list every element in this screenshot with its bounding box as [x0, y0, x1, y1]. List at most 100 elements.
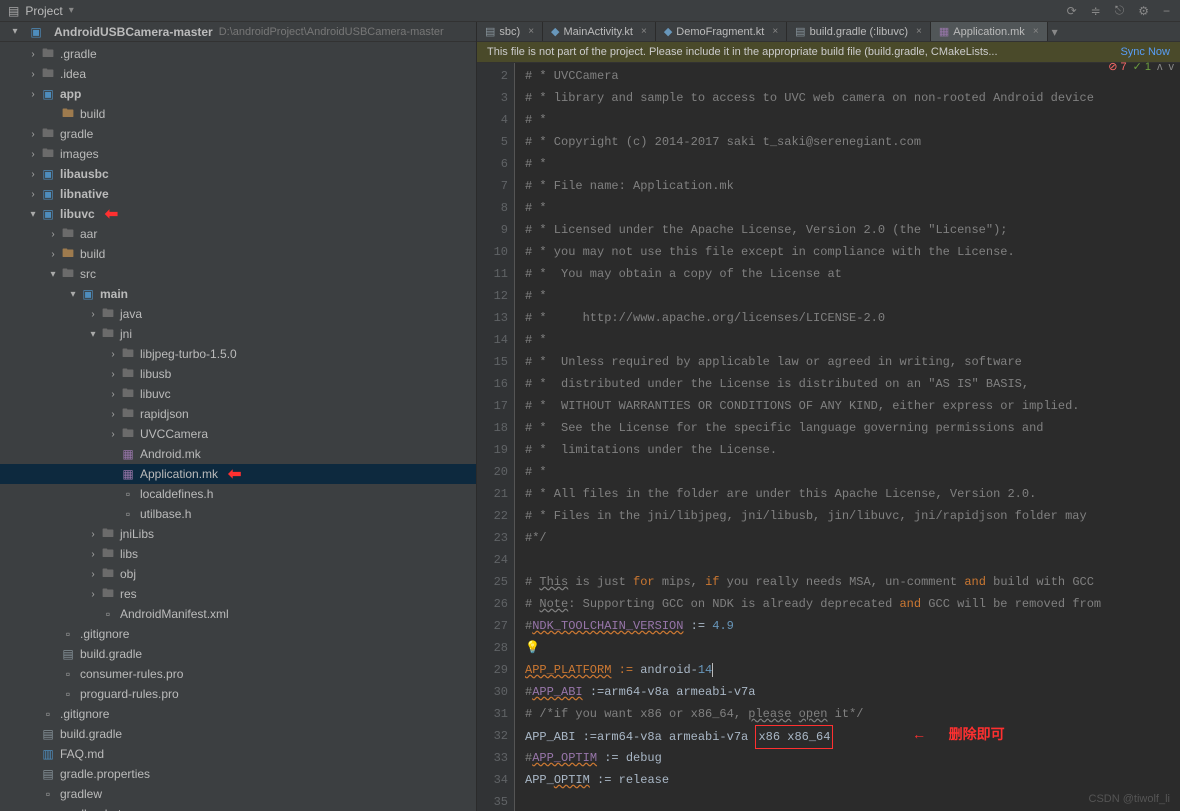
tree-item[interactable]: ›🖿UVCCamera	[0, 424, 476, 444]
code-line[interactable]: # * you may not use this file except in …	[525, 241, 1180, 263]
warn-indicator[interactable]: ✓ 1	[1133, 60, 1151, 73]
tree-item[interactable]: ▫localdefines.h	[0, 484, 476, 504]
code-line[interactable]: 💡	[525, 637, 1180, 659]
code-line[interactable]: #NDK_TOOLCHAIN_VERSION := 4.9	[525, 615, 1180, 637]
code-line[interactable]: # This is just for mips, if you really n…	[525, 571, 1180, 593]
error-indicator[interactable]: ⊘ 7	[1108, 60, 1126, 73]
down-icon[interactable]: v	[1169, 61, 1175, 73]
tree-item[interactable]: ▦Application.mk⬅	[0, 464, 476, 484]
close-icon[interactable]: ×	[1033, 26, 1039, 37]
collapse-icon[interactable]: ≑	[1091, 4, 1101, 18]
tree-item[interactable]: ▤build.gradle	[0, 724, 476, 744]
code-line[interactable]: # * limitations under the License.	[525, 439, 1180, 461]
tree-item[interactable]: ▫gradlew	[0, 784, 476, 804]
tree-item[interactable]: ▾🖿src	[0, 264, 476, 284]
code-line[interactable]: # * Files in the jni/libjpeg, jni/libusb…	[525, 505, 1180, 527]
tree-item[interactable]: 🖿build	[0, 104, 476, 124]
code-line[interactable]: # * Copyright (c) 2014-2017 saki t_saki@…	[525, 131, 1180, 153]
editor-tab[interactable]: ▤build.gradle (:libuvc)×	[787, 22, 931, 41]
tree-item[interactable]: ›🖿jniLibs	[0, 524, 476, 544]
code-editor[interactable]: 2345678910111213141516171819202122232425…	[477, 63, 1180, 811]
code-line[interactable]: # Note: Supporting GCC on NDK is already…	[525, 593, 1180, 615]
code-line[interactable]: # *	[525, 461, 1180, 483]
editor-tab[interactable]: ▤sbc)×	[477, 22, 543, 41]
tree-item[interactable]: ›🖿res	[0, 584, 476, 604]
code-line[interactable]: # * http://www.apache.org/licenses/LICEN…	[525, 307, 1180, 329]
tree-item[interactable]: ›🖿libs	[0, 544, 476, 564]
code-line[interactable]: APP_PLATFORM := android-14	[525, 659, 1180, 681]
tree-item[interactable]: ›🖿java	[0, 304, 476, 324]
project-root[interactable]: ▾ ▣ AndroidUSBCamera-master D:\androidPr…	[0, 22, 476, 42]
close-icon[interactable]: ×	[916, 26, 922, 37]
tree-item[interactable]: ▫AndroidManifest.xml	[0, 604, 476, 624]
tree-item[interactable]: ▫utilbase.h	[0, 504, 476, 524]
close-icon[interactable]: ×	[641, 26, 647, 37]
chevron-down-icon[interactable]: ▾	[69, 5, 74, 16]
tree-item[interactable]: ›▣libausbc	[0, 164, 476, 184]
code-line[interactable]: # * File name: Application.mk	[525, 175, 1180, 197]
editor-tab[interactable]: ◆MainActivity.kt×	[543, 22, 656, 41]
tree-item[interactable]: ▦Android.mk	[0, 444, 476, 464]
code-line[interactable]	[525, 791, 1180, 811]
editor-tab[interactable]: ▦Application.mk×	[931, 22, 1048, 41]
tree-item[interactable]: ▫proguard-rules.pro	[0, 684, 476, 704]
code-line[interactable]	[525, 549, 1180, 571]
code-line[interactable]: # * See the License for the specific lan…	[525, 417, 1180, 439]
tree-item-label: libnative	[60, 187, 109, 201]
sync-now-link[interactable]: Sync Now	[1120, 46, 1170, 58]
settings-icon[interactable]: ⚙	[1138, 4, 1149, 18]
tree-item[interactable]: ›🖿rapidjson	[0, 404, 476, 424]
code-line[interactable]: # * You may obtain a copy of the License…	[525, 263, 1180, 285]
close-icon[interactable]: ×	[528, 26, 534, 37]
tree-item[interactable]: ▫.gitignore	[0, 624, 476, 644]
tree-item[interactable]: ›🖿libjpeg-turbo-1.5.0	[0, 344, 476, 364]
tree-item[interactable]: ›🖿obj	[0, 564, 476, 584]
tree-item[interactable]: ›🖿build	[0, 244, 476, 264]
tree-item[interactable]: ›🖿.idea	[0, 64, 476, 84]
project-tree[interactable]: ›🖿.gradle›🖿.idea›▣app🖿build›🖿gradle›🖿ima…	[0, 42, 476, 811]
tab-overflow-icon[interactable]: ▾	[1048, 22, 1062, 41]
tree-item[interactable]: ▫consumer-rules.pro	[0, 664, 476, 684]
tree-item[interactable]: ›▣libnative	[0, 184, 476, 204]
minimize-icon[interactable]: −	[1163, 4, 1170, 18]
tree-item[interactable]: ▫gradlew.bat	[0, 804, 476, 811]
tree-item[interactable]: ›🖿aar	[0, 224, 476, 244]
code-line[interactable]: #*/	[525, 527, 1180, 549]
code-line[interactable]: # *	[525, 197, 1180, 219]
code-line[interactable]: # * UVCCamera	[525, 65, 1180, 87]
code-line[interactable]: # *	[525, 153, 1180, 175]
code-line[interactable]: # * distributed under the License is dis…	[525, 373, 1180, 395]
tree-item[interactable]: ▾▣main	[0, 284, 476, 304]
tree-item[interactable]: ›🖿libuvc	[0, 384, 476, 404]
code-line[interactable]: # * All files in the folder are under th…	[525, 483, 1180, 505]
tree-item[interactable]: ›🖿.gradle	[0, 44, 476, 64]
code-line[interactable]: # *	[525, 329, 1180, 351]
tree-item[interactable]: ›🖿gradle	[0, 124, 476, 144]
code-line[interactable]: #APP_OPTIM := debug	[525, 747, 1180, 769]
up-icon[interactable]: ʌ	[1157, 61, 1163, 73]
tree-item[interactable]: ›🖿images	[0, 144, 476, 164]
show-icon[interactable]: ⎋	[1115, 3, 1125, 18]
tree-item[interactable]: ▫.gitignore	[0, 704, 476, 724]
tree-item[interactable]: ›🖿libusb	[0, 364, 476, 384]
code-line[interactable]: # /*if you want x86 or x86_64, please op…	[525, 703, 1180, 725]
code-line[interactable]: # *	[525, 109, 1180, 131]
tree-item[interactable]: ▥FAQ.md	[0, 744, 476, 764]
code-line[interactable]: #APP_ABI :=arm64-v8a armeabi-v7a	[525, 681, 1180, 703]
tree-item[interactable]: ▤gradle.properties	[0, 764, 476, 784]
code-line[interactable]: # * library and sample to access to UVC …	[525, 87, 1180, 109]
code-content[interactable]: # * UVCCamera# * library and sample to a…	[515, 63, 1180, 811]
code-line[interactable]: APP_OPTIM := release	[525, 769, 1180, 791]
code-line[interactable]: # * Unless required by applicable law or…	[525, 351, 1180, 373]
tree-item[interactable]: ▤build.gradle	[0, 644, 476, 664]
tree-item[interactable]: ▾🖿jni	[0, 324, 476, 344]
code-line[interactable]: # * WITHOUT WARRANTIES OR CONDITIONS OF …	[525, 395, 1180, 417]
close-icon[interactable]: ×	[772, 26, 778, 37]
tree-item[interactable]: ›▣app	[0, 84, 476, 104]
editor-tab[interactable]: ◆DemoFragment.kt×	[656, 22, 787, 41]
tree-item[interactable]: ▾▣libuvc⬅	[0, 204, 476, 224]
refresh-icon[interactable]: ⟳	[1067, 4, 1077, 18]
code-line[interactable]: # *	[525, 285, 1180, 307]
code-line[interactable]: # * Licensed under the Apache License, V…	[525, 219, 1180, 241]
code-line[interactable]: APP_ABI :=arm64-v8a armeabi-v7a x86 x86_…	[525, 725, 1180, 747]
